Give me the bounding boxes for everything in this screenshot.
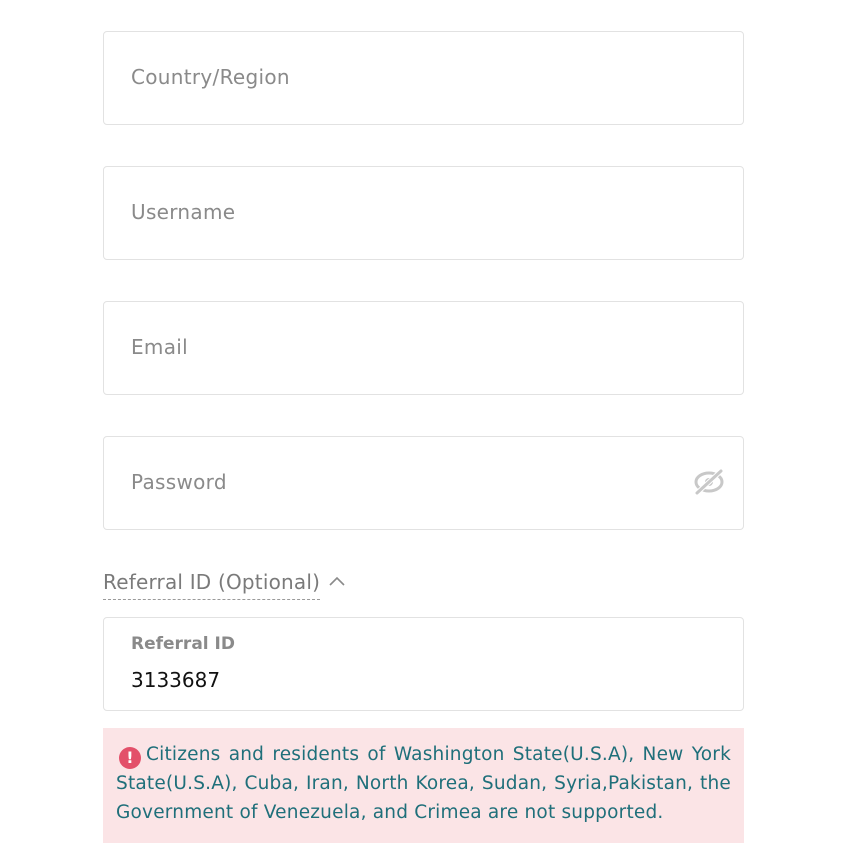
referral-id-toggle-label: Referral ID (Optional) [103,568,321,600]
referral-id-field[interactable]: Referral ID 3133687 [103,617,744,711]
country-region-placeholder: Country/Region [131,65,290,89]
eye-slash-icon[interactable] [693,468,725,496]
referral-id-label: Referral ID [131,634,235,654]
email-placeholder: Email [131,335,188,359]
referral-id-input[interactable]: 3133687 [131,668,220,692]
chevron-up-icon [328,572,346,590]
username-placeholder: Username [131,200,236,224]
username-field[interactable]: Username [103,166,744,260]
email-field[interactable]: Email [103,301,744,395]
notice-text: Citizens and residents of Washington Sta… [116,744,731,823]
password-placeholder: Password [131,470,227,494]
unsupported-regions-notice: ! Citizens and residents of Washington St… [103,728,744,843]
exclamation-circle-icon: ! [119,747,141,769]
referral-id-toggle[interactable]: Referral ID (Optional) [103,568,346,602]
country-region-field[interactable]: Country/Region [103,31,744,125]
password-field[interactable]: Password [103,436,744,530]
